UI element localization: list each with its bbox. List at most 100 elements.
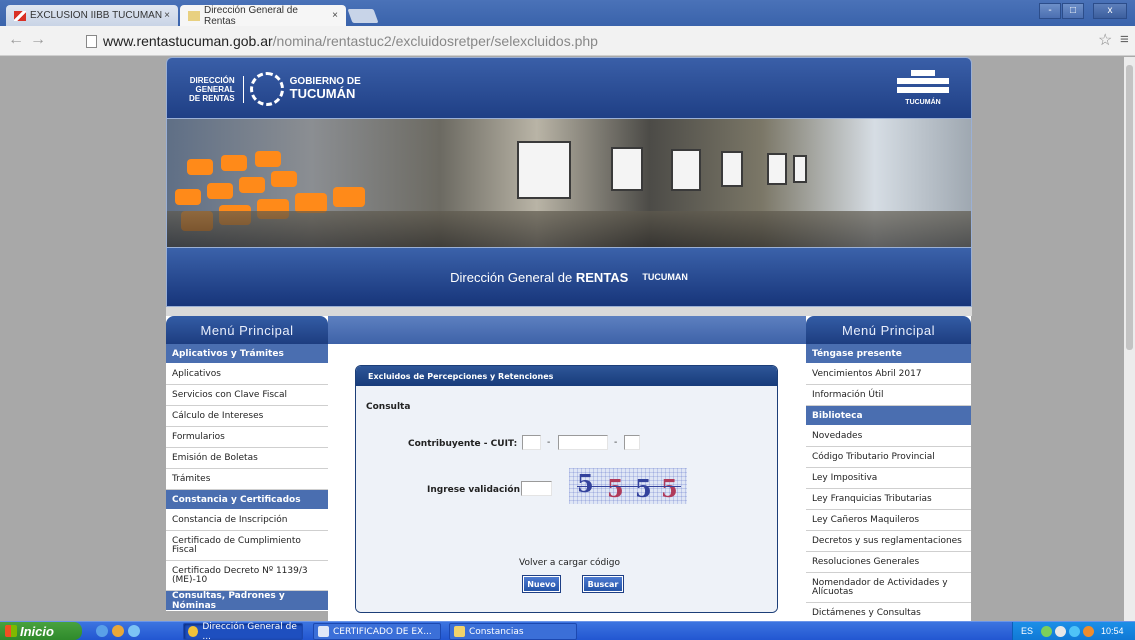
- menu-item-codigo-tributario[interactable]: Código Tributario Provincial: [806, 447, 971, 468]
- logo-gobierno: GOBIERNO DE TUCUMÁN: [290, 76, 361, 102]
- sun-emblem-icon: [249, 72, 284, 106]
- close-tab-icon[interactable]: ×: [164, 10, 170, 21]
- cuit-label: Contribuyente - CUIT:: [408, 439, 518, 449]
- menu-item-ley-caneros[interactable]: Ley Cañeros Maquileros: [806, 510, 971, 531]
- menu-item-calculo-intereses[interactable]: Cálculo de Intereses: [166, 406, 328, 427]
- close-window-button[interactable]: x: [1093, 3, 1127, 19]
- menu-item-servicios-clave-fiscal[interactable]: Servicios con Clave Fiscal: [166, 385, 328, 406]
- menu-section-biblioteca[interactable]: Biblioteca: [806, 406, 971, 426]
- new-tab-button[interactable]: [347, 9, 379, 23]
- chair: [271, 171, 297, 187]
- left-sidebar: Menú Principal Aplicativos y Trámites Ap…: [166, 316, 328, 611]
- picture-frame: [767, 153, 787, 185]
- url-host: www.rentastucuman.gob.ar: [103, 33, 273, 49]
- browser-tab-rentas[interactable]: Dirección General de Rentas ×: [180, 4, 346, 27]
- menu-item-certificado-decreto[interactable]: Certificado Decreto Nº 1139/3 (ME)-10: [166, 561, 328, 591]
- windows-taskbar: Inicio Dirección General de ... CERTIFIC…: [0, 621, 1135, 640]
- chair: [333, 187, 365, 207]
- captcha-strike: [577, 486, 681, 487]
- forward-icon[interactable]: →: [30, 31, 46, 49]
- captcha-char: 5: [607, 474, 624, 503]
- captcha-char: 5: [635, 474, 652, 503]
- windows-logo-icon: [5, 625, 17, 637]
- menu-item-decretos[interactable]: Decretos y sus reglamentaciones: [806, 531, 971, 552]
- nuevo-button[interactable]: Nuevo: [522, 575, 561, 593]
- cuit-prefix-input[interactable]: [522, 435, 541, 450]
- start-button[interactable]: Inicio: [0, 622, 82, 640]
- close-tab-icon[interactable]: ×: [332, 10, 338, 21]
- menu-section-tengase-presente[interactable]: Téngase presente: [806, 344, 971, 364]
- system-tray: ES 10:54: [1012, 622, 1135, 640]
- browser-tab-gmail[interactable]: EXCLUSION IIBB TUCUMAN ×: [6, 5, 178, 26]
- network-icon[interactable]: [1041, 625, 1053, 637]
- chrome-quicklaunch-icon[interactable]: [96, 625, 108, 637]
- chair: [187, 159, 213, 175]
- logo-dgr: DIRECCIÓN GENERAL DE RENTAS: [189, 75, 244, 103]
- minimize-button[interactable]: -: [1039, 3, 1061, 19]
- update-icon[interactable]: [1083, 625, 1095, 637]
- right-sidebar: Menú Principal Téngase presente Vencimie…: [806, 316, 971, 621]
- rentas-logo[interactable]: DIRECCIÓN GENERAL DE RENTAS GOBIERNO DE …: [189, 72, 361, 106]
- taskbar-item-folder[interactable]: Constancias: [449, 623, 577, 640]
- menu-item-emision-boletas[interactable]: Emisión de Boletas: [166, 448, 328, 469]
- page-scrollbar[interactable]: [1124, 57, 1135, 621]
- tab-title: EXCLUSION IIBB TUCUMAN: [30, 10, 163, 21]
- maximize-button[interactable]: □: [1062, 3, 1084, 19]
- logo-line: DIRECCIÓN: [189, 75, 235, 85]
- menu-item-informacion-util[interactable]: Información Útil: [806, 385, 971, 406]
- menu-item-aplicativos[interactable]: Aplicativos: [166, 364, 328, 385]
- menu-item-resoluciones[interactable]: Resoluciones Generales: [806, 552, 971, 573]
- volume-icon[interactable]: [1055, 625, 1067, 637]
- menu-item-ley-impositiva[interactable]: Ley Impositiva: [806, 468, 971, 489]
- site-title: Dirección General de RENTAS: [450, 270, 628, 285]
- panel-body: Consulta Contribuyente - CUIT: - - Ingre…: [356, 386, 777, 612]
- menu-item-vencimientos[interactable]: Vencimientos Abril 2017: [806, 364, 971, 385]
- menu-item-tramites[interactable]: Trámites: [166, 469, 328, 490]
- captcha-char: 5: [577, 469, 594, 498]
- logo-line: DE RENTAS: [189, 93, 235, 103]
- right-menu-title: Menú Principal: [806, 316, 971, 344]
- menu-icon[interactable]: ≡: [1120, 31, 1129, 48]
- menu-section-consultas[interactable]: Consultas, Padrones y Nóminas: [166, 591, 328, 611]
- language-indicator[interactable]: ES: [1021, 626, 1033, 636]
- firefox-quicklaunch-icon[interactable]: [112, 625, 124, 637]
- tucuman-bars-icon: [897, 68, 949, 96]
- site-header: DIRECCIÓN GENERAL DE RENTAS GOBIERNO DE …: [166, 57, 972, 119]
- menu-section-constancias[interactable]: Constancia y Certificados: [166, 490, 328, 510]
- menu-item-novedades[interactable]: Novedades: [806, 426, 971, 447]
- excluidos-panel: Excluidos de Percepciones y Retenciones …: [355, 365, 778, 613]
- menu-item-nomendador[interactable]: Nomendador de Actividades y Alícuotas: [806, 573, 971, 603]
- page-icon: [86, 34, 97, 48]
- scrollbar-thumb[interactable]: [1126, 65, 1133, 350]
- bookmark-star-icon[interactable]: ☆: [1098, 30, 1112, 50]
- validation-input[interactable]: [521, 481, 552, 496]
- browser-toolbar: ← → C www.rentastucuman.gob.ar/nomina/re…: [0, 26, 1135, 208]
- menu-item-ley-franquicias[interactable]: Ley Franquicias Tributarias: [806, 489, 971, 510]
- taskbar-item-word[interactable]: CERTIFICADO DE EX...: [313, 623, 441, 640]
- gmail-icon: [14, 10, 26, 21]
- browser-tab-bar: EXCLUSION IIBB TUCUMAN × Dirección Gener…: [0, 0, 1135, 27]
- buscar-button[interactable]: Buscar: [582, 575, 624, 593]
- back-icon[interactable]: ←: [8, 31, 24, 49]
- cuit-check-input[interactable]: [624, 435, 640, 450]
- menu-item-constancia-inscripcion[interactable]: Constancia de Inscripción: [166, 510, 328, 531]
- address-bar[interactable]: www.rentastucuman.gob.ar/nomina/rentastu…: [86, 30, 1090, 52]
- logo-line: GENERAL: [195, 84, 235, 94]
- banner-photo: [166, 119, 972, 247]
- menu-item-formularios[interactable]: Formularios: [166, 427, 328, 448]
- site-title-suffix: TUCUMAN: [642, 272, 688, 282]
- menu-section-aplicativos[interactable]: Aplicativos y Trámites: [166, 344, 328, 364]
- tab-title: Dirección General de Rentas: [203, 4, 298, 27]
- security-icon[interactable]: [1069, 625, 1081, 637]
- taskbar-item-browser[interactable]: Dirección General de ...: [183, 622, 303, 640]
- ie-quicklaunch-icon[interactable]: [128, 625, 140, 637]
- consulta-heading: Consulta: [366, 402, 411, 412]
- cuit-number-input[interactable]: [558, 435, 608, 450]
- menu-item-dictamenes[interactable]: Dictámenes y Consultas: [806, 603, 971, 621]
- chair: [255, 151, 281, 167]
- validation-label: Ingrese validación: [427, 485, 520, 495]
- reload-captcha-link[interactable]: Volver a cargar código: [519, 558, 620, 568]
- picture-frame: [793, 155, 807, 183]
- site-title-strong: RENTAS: [575, 269, 629, 285]
- menu-item-certificado-cumplimiento[interactable]: Certificado de Cumplimiento Fiscal: [166, 531, 328, 561]
